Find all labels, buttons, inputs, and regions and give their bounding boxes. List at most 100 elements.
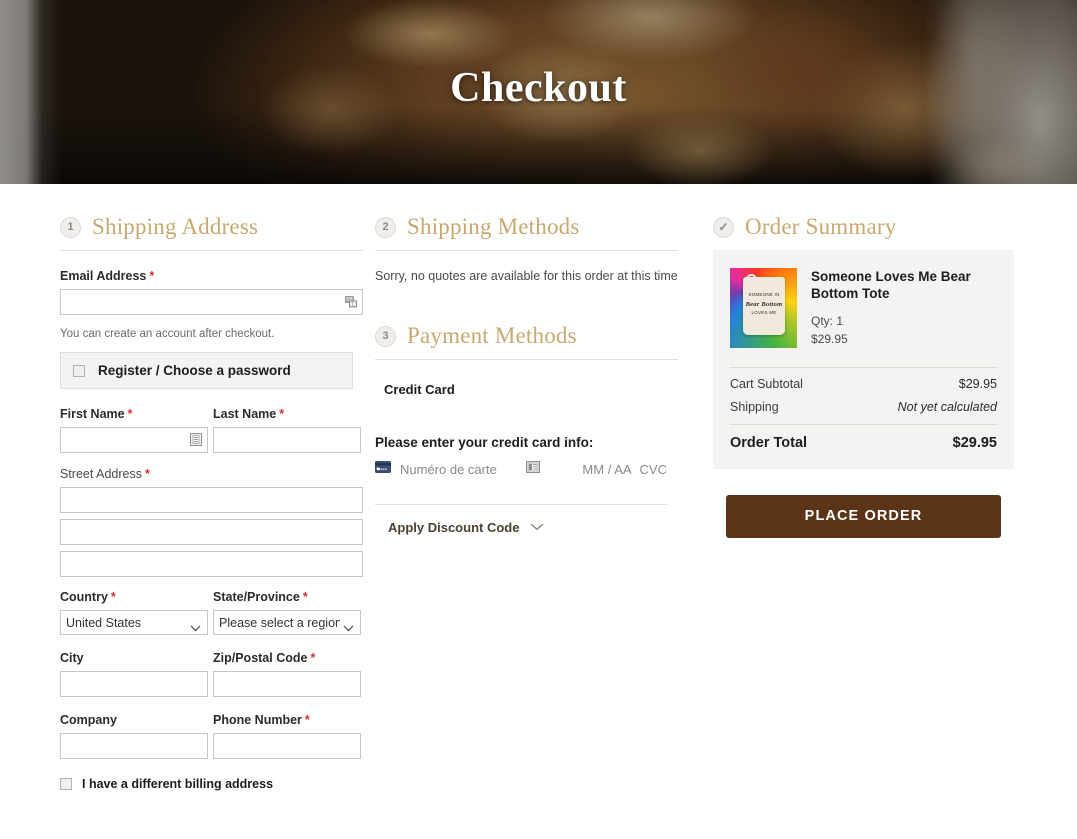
email-helper-text: You can create an account after checkout… <box>60 328 275 340</box>
subtotal-value: $29.95 <box>958 376 997 391</box>
email-required-mark: * <box>149 269 155 283</box>
phone-label-text: Phone Number <box>213 713 302 727</box>
thumb-line-1: SOMEONE IN <box>748 292 780 297</box>
city-label-text: City <box>60 651 84 665</box>
step-badge-check: ✓ <box>713 216 734 238</box>
first-name-label-text: First Name <box>60 407 125 421</box>
city-zip-row: City Zip/Postal Code * <box>60 651 363 697</box>
company-group: Company <box>60 713 210 759</box>
zip-required-mark: * <box>310 651 316 665</box>
last-name-label: Last Name * <box>213 407 363 421</box>
company-input[interactable] <box>60 733 208 759</box>
state-label: State/Province * <box>213 590 363 604</box>
city-input[interactable] <box>60 671 208 697</box>
register-checkbox[interactable] <box>73 364 85 377</box>
product-price: $29.95 <box>811 332 848 347</box>
zip-group: Zip/Postal Code * <box>213 651 363 697</box>
product-thumbnail: SOMEONE IN Bear Bottom LOVES ME <box>730 268 797 348</box>
zip-input[interactable] <box>213 671 361 697</box>
email-label: Email Address * <box>60 269 363 283</box>
product-info: Someone Loves Me Bear Bottom Tote Qty: 1… <box>811 268 997 349</box>
register-label: Register / Choose a password <box>98 363 291 378</box>
shipping-label: Shipping <box>730 399 779 414</box>
shipping-methods-title: Shipping Methods <box>407 214 580 239</box>
order-product-row: SOMEONE IN Bear Bottom LOVES ME Someone … <box>730 268 997 349</box>
shipping-address-divider <box>60 250 363 251</box>
country-label: Country * <box>60 590 210 604</box>
street-address-line2-input[interactable] <box>60 519 363 545</box>
email-label-text: Email Address <box>60 269 147 283</box>
payment-methods-divider <box>375 359 678 360</box>
credit-card-icon <box>375 460 391 478</box>
email-field-group: Email Address * 1 <box>60 269 363 315</box>
credit-card-input-row[interactable]: Numéro de carte MM / AA CVC <box>375 460 667 478</box>
company-phone-row: Company Phone Number * <box>60 713 363 759</box>
card-expiry-placeholder: MM / AA <box>582 461 632 477</box>
country-label-text: Country <box>60 590 108 604</box>
tote-strap-shape <box>746 274 757 285</box>
zip-label: Zip/Postal Code * <box>213 651 363 665</box>
street-address-line3-input[interactable] <box>60 551 363 577</box>
country-select-wrap: United States <box>60 610 208 635</box>
payment-option-credit-card[interactable]: Credit Card <box>375 378 703 397</box>
order-summary-card: SOMEONE IN Bear Bottom LOVES ME Someone … <box>713 250 1014 469</box>
phone-group: Phone Number * <box>213 713 363 759</box>
shipping-methods-header: 2 Shipping Methods <box>375 214 703 250</box>
city-group: City <box>60 651 210 697</box>
order-summary-title: Order Summary <box>745 214 897 239</box>
card-autofill-icon <box>526 460 541 478</box>
country-required-mark: * <box>110 590 116 604</box>
summary-line-subtotal: Cart Subtotal $29.95 <box>730 368 997 391</box>
country-group: Country * United States <box>60 590 210 635</box>
checkout-page: Checkout 1 Shipping Address Email Addres… <box>0 0 1077 791</box>
step-badge-2: 2 <box>375 216 396 238</box>
last-name-required-mark: * <box>279 407 285 421</box>
last-name-group: Last Name * <box>213 407 363 453</box>
first-name-required-mark: * <box>127 407 133 421</box>
street-address-line1-input[interactable] <box>60 487 363 513</box>
payment-methods-title: Payment Methods <box>407 323 577 348</box>
place-order-button[interactable]: PLACE ORDER <box>726 494 1001 538</box>
state-label-text: State/Province <box>213 590 300 604</box>
name-row: First Name * Last Name * <box>60 407 363 453</box>
step-badge-3: 3 <box>375 325 396 347</box>
card-cvc-placeholder: CVC <box>639 461 667 477</box>
first-name-input-wrap <box>60 427 208 453</box>
step-badge-1: 1 <box>60 216 81 238</box>
order-summary-column: ✓ Order Summary SOMEONE IN Bear Bottom L… <box>703 214 1017 538</box>
shipping-address-header: 1 Shipping Address <box>60 214 363 250</box>
apply-discount-code-toggle[interactable]: Apply Discount Code <box>375 518 703 536</box>
phone-required-mark: * <box>304 713 310 727</box>
shipping-value: Not yet calculated <box>897 399 997 414</box>
register-password-box[interactable]: Register / Choose a password <box>60 352 353 389</box>
company-label-text: Company <box>60 713 117 727</box>
phone-input[interactable] <box>213 733 361 759</box>
city-label: City <box>60 651 210 665</box>
shipping-methods-divider <box>375 250 678 251</box>
page-hero-banner: Checkout <box>0 0 1077 184</box>
state-select[interactable]: Please select a region, s <box>213 610 361 635</box>
order-summary-header: ✓ Order Summary <box>713 214 1017 250</box>
different-billing-row[interactable]: I have a different billing address <box>60 777 363 791</box>
company-label: Company <box>60 713 210 727</box>
product-thumbnail-text: SOMEONE IN Bear Bottom LOVES ME <box>743 292 785 317</box>
card-number-placeholder: Numéro de carte <box>400 461 497 477</box>
street-address-label: Street Address * <box>60 467 363 481</box>
thumb-line-2: Bear Bottom <box>745 300 783 308</box>
country-select[interactable]: United States <box>60 610 208 635</box>
first-name-input[interactable] <box>60 427 208 453</box>
last-name-input[interactable] <box>213 427 361 453</box>
subtotal-label: Cart Subtotal <box>730 376 803 391</box>
summary-line-shipping: Shipping Not yet calculated <box>730 391 997 414</box>
phone-label: Phone Number * <box>213 713 363 727</box>
email-input[interactable] <box>60 289 363 315</box>
shipping-address-title: Shipping Address <box>92 214 259 239</box>
state-select-wrap: Please select a region, s <box>213 610 361 635</box>
first-name-label: First Name * <box>60 407 210 421</box>
summary-line-total: Order Total $29.95 <box>730 425 997 453</box>
product-name[interactable]: Someone Loves Me Bear Bottom Tote <box>811 268 997 303</box>
first-name-group: First Name * <box>60 407 210 453</box>
different-billing-checkbox[interactable] <box>60 778 72 790</box>
page-title: Checkout <box>450 65 627 111</box>
state-group: State/Province * Please select a region, … <box>213 590 363 635</box>
